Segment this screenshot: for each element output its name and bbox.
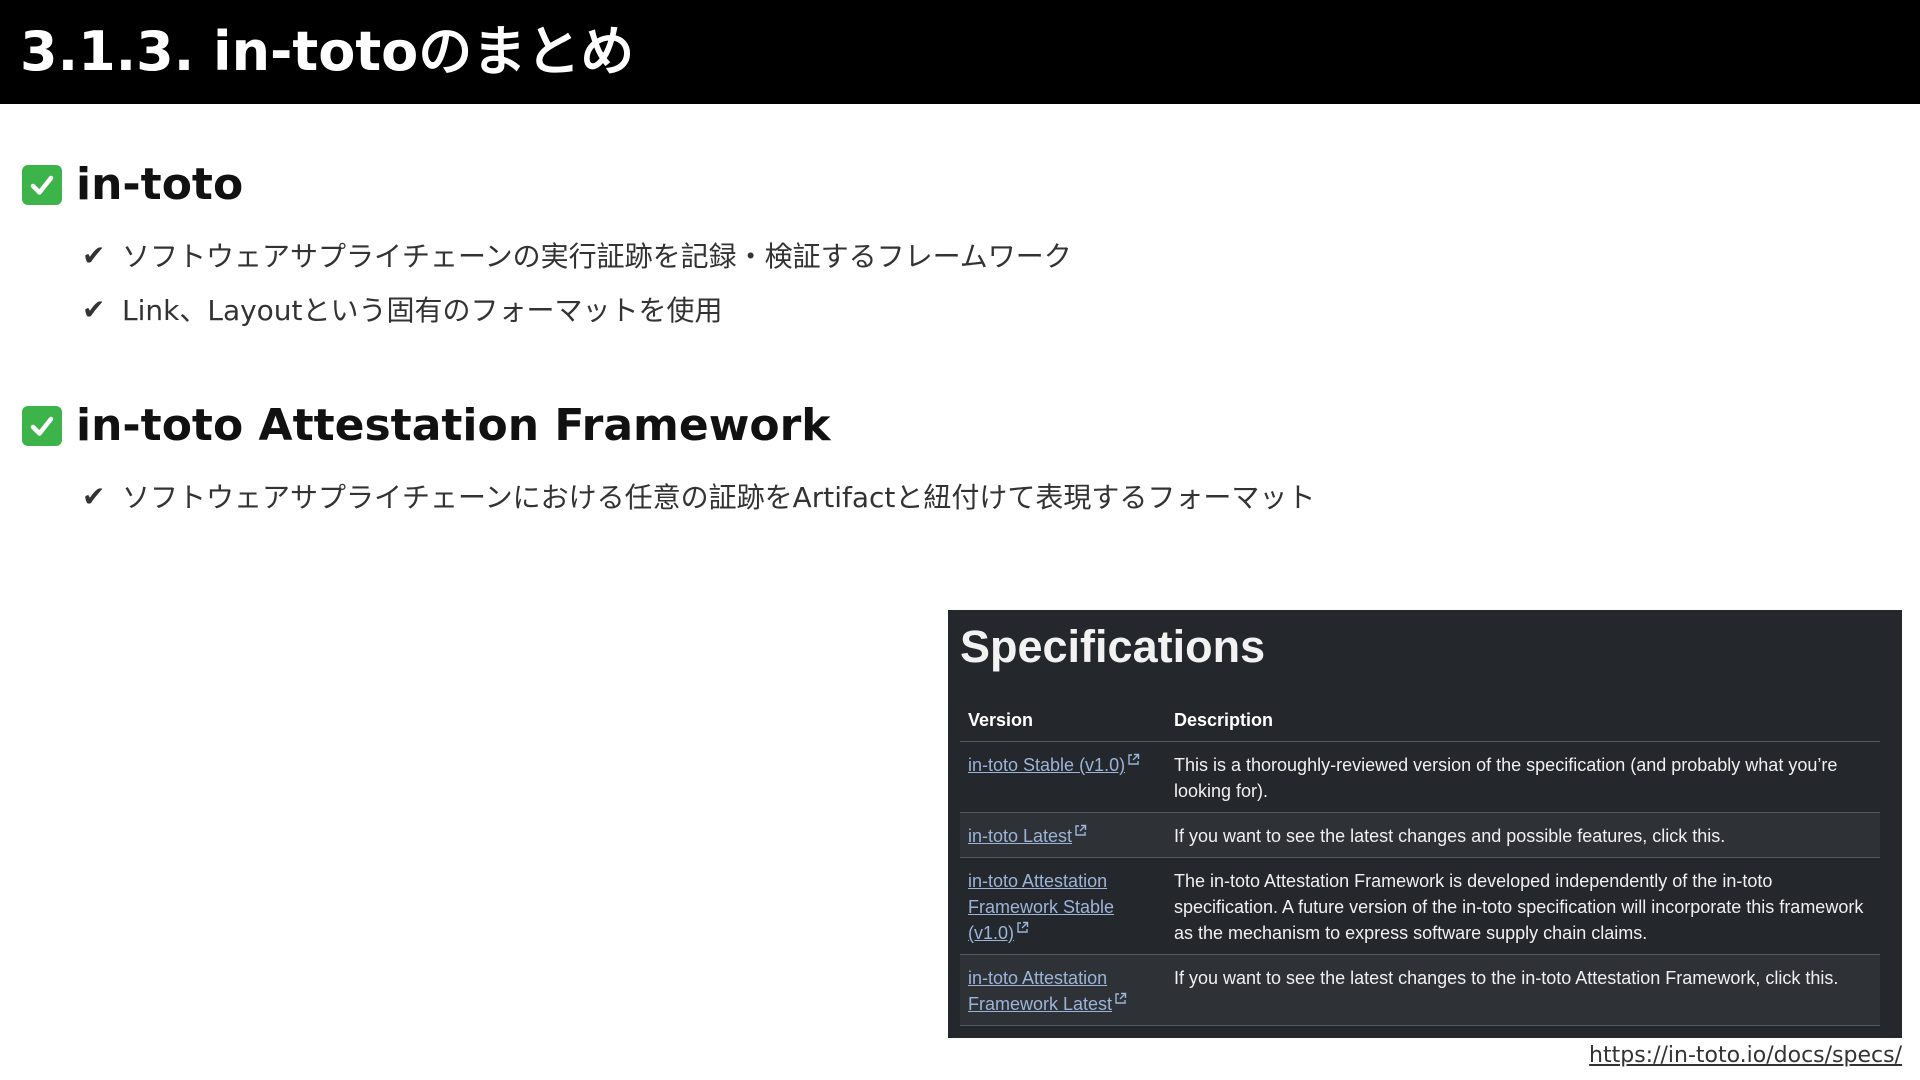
- specifications-panel: Specifications Version Description in-to…: [948, 610, 1902, 1038]
- version-link[interactable]: in-toto Attestation Framework Latest: [968, 968, 1127, 1014]
- list-item: ✔ ソフトウェアサプライチェーンの実行証跡を記録・検証するフレームワーク: [82, 228, 1902, 282]
- section-heading: in-toto: [76, 159, 244, 210]
- external-link-icon: [1115, 992, 1127, 1004]
- section-attestation-framework: in-toto Attestation Framework ✔ ソフトウェアサプ…: [22, 397, 1902, 523]
- slide: 3.1.3. in-totoのまとめ in-toto ✔ ソフトウェアサプライチ…: [0, 0, 1920, 1080]
- slide-title: 3.1.3. in-totoのまとめ: [20, 20, 635, 83]
- heavy-check-mark-icon: ✔: [82, 238, 106, 272]
- bullet-text: Link、Layoutという固有のフォーマットを使用: [122, 294, 723, 327]
- version-link[interactable]: in-toto Attestation Framework Stable (v1…: [968, 871, 1114, 943]
- external-link-icon: [1075, 824, 1087, 836]
- version-link-text: in-toto Stable (v1.0): [968, 755, 1126, 775]
- specifications-table: Version Description in-toto Stable (v1.0…: [960, 702, 1880, 1026]
- source-url-link[interactable]: https://in-toto.io/docs/specs/: [1589, 1043, 1902, 1068]
- bullet-text: ソフトウェアサプライチェーンの実行証跡を記録・検証するフレームワーク: [122, 240, 1072, 273]
- table-row: in-toto Attestation Framework Stable (v1…: [960, 857, 1880, 955]
- external-link-icon: [1017, 921, 1029, 933]
- table-row: in-toto Stable (v1.0) This is a thorough…: [960, 741, 1880, 813]
- version-link-text: in-toto Latest: [968, 826, 1073, 846]
- external-link-icon: [1128, 753, 1140, 765]
- description-cell: If you want to see the latest changes to…: [1166, 954, 1880, 1026]
- title-bar: 3.1.3. in-totoのまとめ: [0, 0, 1920, 104]
- table-row: in-toto Latest If you want to see the la…: [960, 812, 1880, 858]
- version-cell: in-toto Latest: [960, 812, 1166, 858]
- bullet-list: ✔ ソフトウェアサプライチェーンにおける任意の証跡をArtifactと紐付けて表…: [82, 469, 1902, 523]
- table-header-row: Version Description: [960, 702, 1880, 742]
- list-item: ✔ ソフトウェアサプライチェーンにおける任意の証跡をArtifactと紐付けて表…: [82, 469, 1902, 523]
- bullet-list: ✔ ソフトウェアサプライチェーンの実行証跡を記録・検証するフレームワーク ✔ L…: [82, 228, 1902, 336]
- section-in-toto: in-toto ✔ ソフトウェアサプライチェーンの実行証跡を記録・検証するフレー…: [22, 156, 1902, 336]
- list-item: ✔ Link、Layoutという固有のフォーマットを使用: [82, 282, 1902, 336]
- description-cell: If you want to see the latest changes an…: [1166, 812, 1880, 858]
- description-cell: The in-toto Attestation Framework is dev…: [1166, 857, 1880, 955]
- version-cell: in-toto Attestation Framework Stable (v1…: [960, 857, 1166, 955]
- section-heading-row: in-toto: [22, 156, 1902, 214]
- version-cell: in-toto Attestation Framework Latest: [960, 954, 1166, 1026]
- version-link[interactable]: in-toto Stable (v1.0): [968, 753, 1140, 775]
- section-heading: in-toto Attestation Framework: [76, 400, 831, 451]
- section-heading-row: in-toto Attestation Framework: [22, 397, 1902, 455]
- check-mark-button-icon: [22, 165, 62, 205]
- version-link[interactable]: in-toto Latest: [968, 824, 1087, 846]
- version-cell: in-toto Stable (v1.0): [960, 741, 1166, 813]
- column-header-version: Version: [960, 702, 1166, 742]
- table-row: in-toto Attestation Framework Latest If …: [960, 954, 1880, 1026]
- specifications-title: Specifications: [960, 621, 1266, 672]
- heavy-check-mark-icon: ✔: [82, 479, 106, 513]
- version-link-text: in-toto Attestation Framework Stable (v1…: [968, 871, 1115, 943]
- column-header-description: Description: [1166, 702, 1880, 742]
- description-cell: This is a thoroughly-reviewed version of…: [1166, 741, 1880, 813]
- heavy-check-mark-icon: ✔: [82, 292, 106, 326]
- bullet-text: ソフトウェアサプライチェーンにおける任意の証跡をArtifactと紐付けて表現す…: [122, 481, 1316, 514]
- check-mark-button-icon: [22, 406, 62, 446]
- version-link-text: in-toto Attestation Framework Latest: [968, 968, 1113, 1014]
